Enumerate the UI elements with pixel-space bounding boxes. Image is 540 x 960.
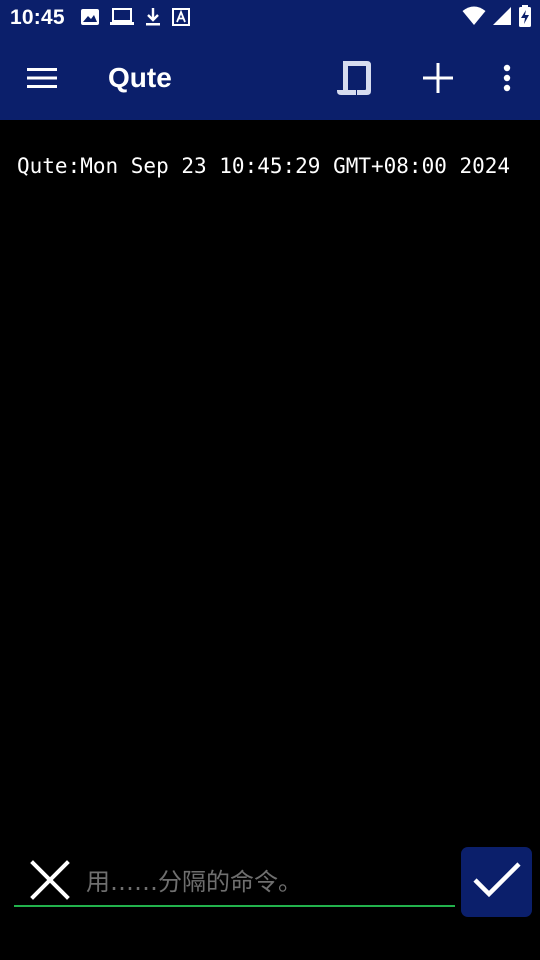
terminal-view[interactable]: Qute:Mon Sep 23 10:45:29 GMT+08:00 2024 [0, 120, 540, 840]
session-icon [333, 57, 375, 103]
add-session-button[interactable] [414, 56, 462, 104]
signal-icon [492, 6, 512, 30]
app-title: Qute [108, 62, 172, 93]
command-input[interactable] [86, 862, 448, 902]
check-icon [472, 861, 522, 903]
status-notification-icons [80, 8, 190, 30]
status-system-icons [462, 5, 532, 31]
laptop-icon [110, 8, 134, 30]
text-icon [172, 8, 190, 30]
wifi-icon [462, 6, 486, 30]
command-bar [0, 840, 540, 960]
app-bar: Qute [0, 38, 540, 120]
image-icon [80, 8, 100, 30]
menu-icon [27, 67, 57, 93]
more-options-button[interactable] [484, 56, 530, 104]
status-bar: 10:45 [0, 0, 540, 38]
confirm-button[interactable] [461, 847, 532, 917]
terminal-output-line: Qute:Mon Sep 23 10:45:29 GMT+08:00 2024 [17, 154, 511, 178]
cancel-button[interactable] [26, 858, 74, 906]
status-time: 10:45 [10, 6, 65, 29]
download-icon [144, 7, 162, 31]
close-icon [30, 860, 70, 904]
add-icon [423, 63, 453, 97]
battery-charging-icon [518, 5, 532, 31]
command-input-underline [14, 905, 455, 907]
more-vert-icon [503, 64, 511, 96]
session-button[interactable] [330, 56, 378, 104]
menu-button[interactable] [20, 58, 64, 102]
